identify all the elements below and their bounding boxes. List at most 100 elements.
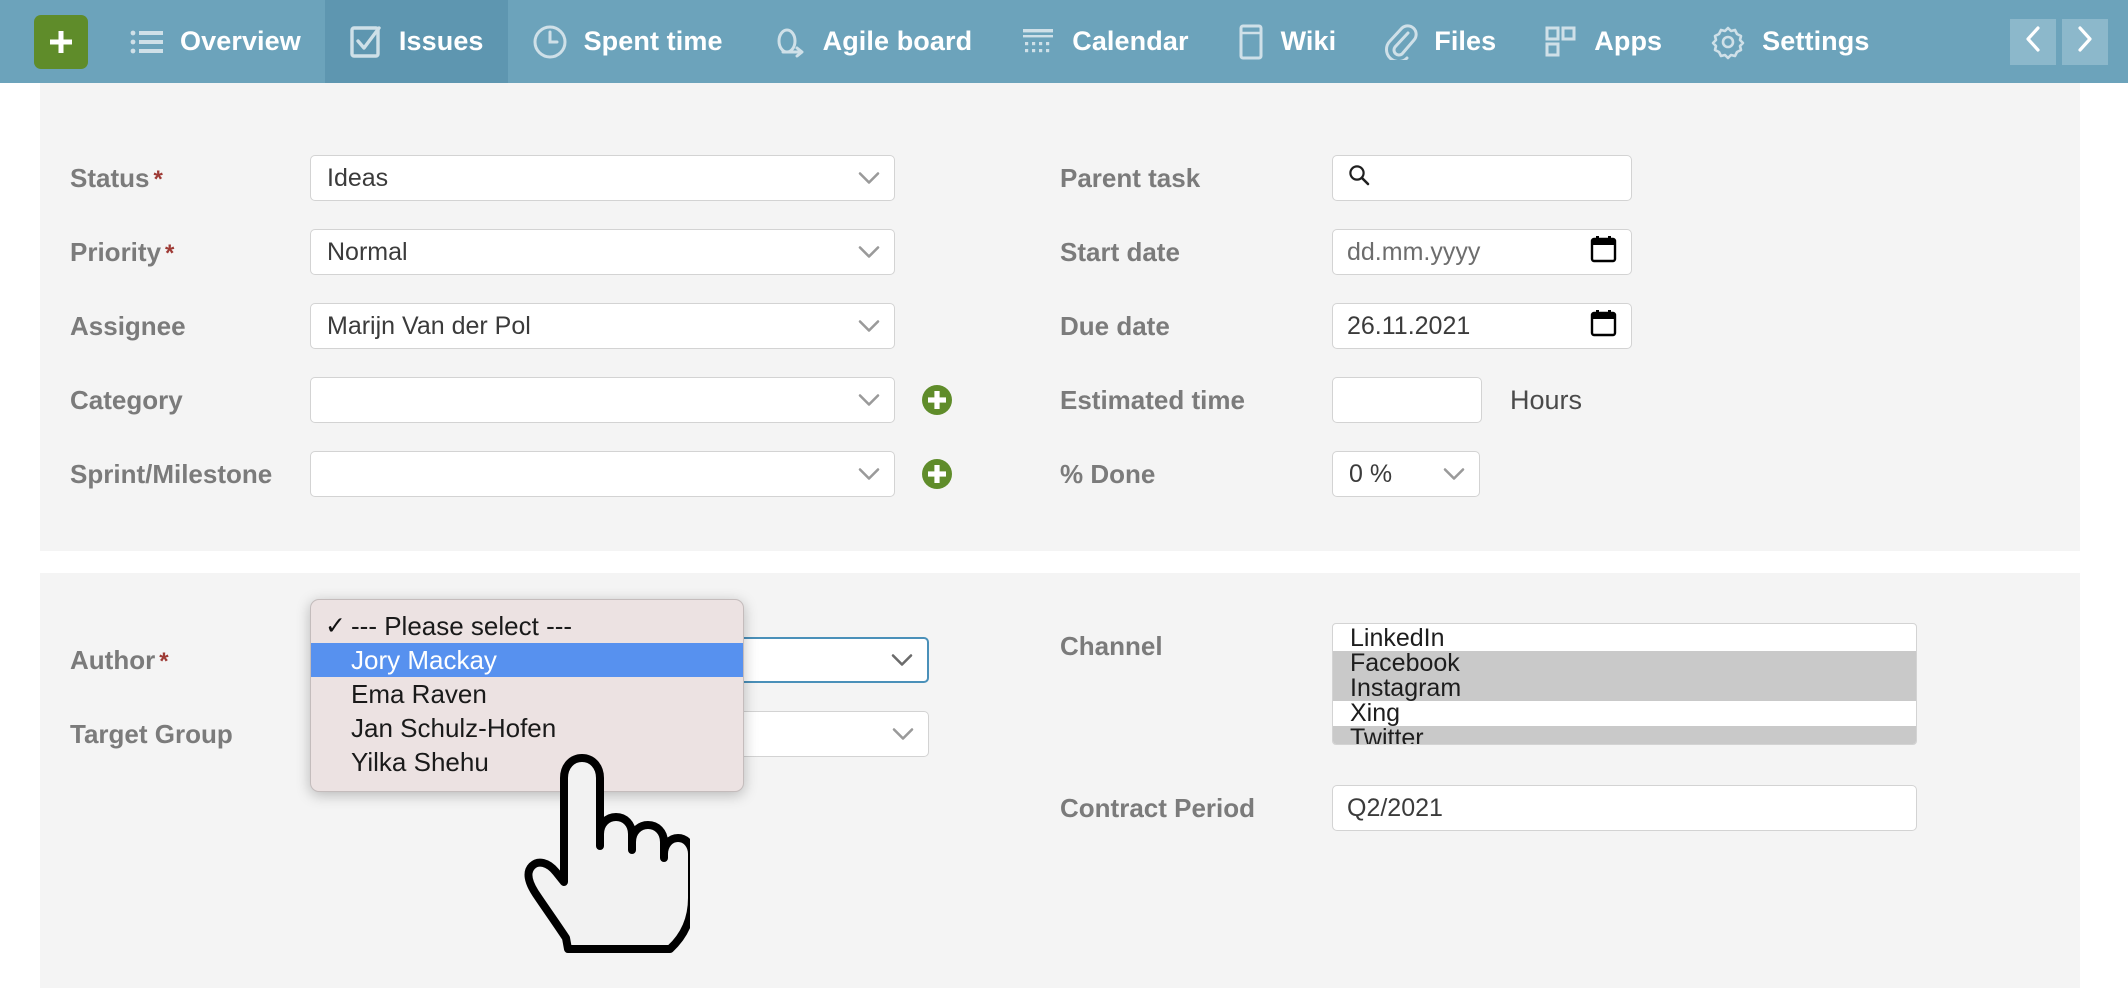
channel-multiselect[interactable]: LinkedIn Facebook Instagram Xing Twitter [1332,623,1917,745]
label-assignee: Assignee [70,310,186,341]
nav-item-agile-board[interactable]: Agile board [747,0,997,83]
section2-right-column: Channel LinkedIn Facebook Instagram Xing… [1060,623,2080,845]
priority-value: Normal [327,237,408,266]
paperclip-icon [1384,23,1418,60]
label-estimated-time: Estimated time [1060,384,1245,415]
field-row-channel: Channel LinkedIn Facebook Instagram Xing… [1060,623,2080,771]
nav-label-files: Files [1434,26,1497,56]
channel-option-instagram[interactable]: Instagram [1333,676,1916,701]
add-category-button[interactable] [921,384,953,416]
priority-select[interactable]: Normal [310,229,895,275]
issue-form-page: Status * Ideas Priority * Normal Assigne… [0,83,2128,988]
label-start-date: Start date [1060,236,1180,267]
nav-label-spent-time: Spent time [583,26,723,56]
label-priority: Priority * [70,236,175,267]
gear-icon [1710,24,1746,60]
label-author: Author * [70,644,169,675]
add-sprint-milestone-button[interactable] [921,458,953,490]
apps-grid-icon [1544,25,1578,59]
channel-option-linkedin[interactable]: LinkedIn [1333,626,1916,651]
nav-label-wiki: Wiki [1280,26,1337,56]
top-navigation-bar: Overview Issues Spent time Agile board C… [0,0,2128,83]
label-percent-done: % Done [1060,458,1156,489]
chevron-down-icon [858,238,880,267]
required-marker: * [165,239,175,267]
dropdown-option-label: --- Please select --- [351,610,573,641]
field-row-sprint-milestone: Sprint/Milestone [70,437,1060,511]
calendar-icon[interactable] [1590,235,1617,270]
chevron-down-icon [891,646,913,675]
label-target-group: Target Group [70,718,233,749]
dropdown-option-ema-raven[interactable]: Ema Raven [311,677,743,711]
plus-icon [46,27,76,57]
start-date-input[interactable]: dd.mm.yyyy [1332,229,1632,275]
nav-item-wiki[interactable]: Wiki [1213,0,1361,83]
nav-label-settings: Settings [1762,26,1870,56]
field-row-category: Category [70,363,1060,437]
list-icon [130,27,164,57]
channel-option-xing[interactable]: Xing [1333,701,1916,726]
dropdown-option-label: Yilka Shehu [351,746,489,777]
status-value: Ideas [327,163,389,192]
due-date-input[interactable]: 26.11.2021 [1332,303,1632,349]
nav-pagination-arrows [2010,0,2128,83]
contract-period-input[interactable]: Q2/2021 [1332,785,1917,831]
chevron-down-icon [858,312,880,341]
estimated-time-input[interactable] [1332,377,1482,423]
nav-item-apps[interactable]: Apps [1520,0,1686,83]
nav-item-settings[interactable]: Settings [1686,0,1893,83]
parent-task-search-input[interactable] [1332,155,1632,201]
chevron-down-icon [892,720,914,749]
calendar-icon[interactable] [1590,309,1617,344]
nav-item-issues[interactable]: Issues [324,0,508,83]
dropdown-option-label: Ema Raven [351,678,487,709]
author-dropdown-popup[interactable]: ✓ --- Please select --- Jory Mackay Ema … [310,599,744,792]
form-section-custom: Author * Target Group ✓ --- Please selec… [40,573,2080,988]
agile-refresh-icon [771,24,807,60]
channel-option-facebook[interactable]: Facebook [1333,651,1916,676]
assignee-value: Marijn Van der Pol [327,311,531,340]
category-select[interactable] [310,377,895,423]
hours-unit-label: Hours [1510,384,1583,415]
channel-option-twitter[interactable]: Twitter [1333,726,1916,744]
nav-label-calendar: Calendar [1072,26,1189,56]
nav-prev-button[interactable] [2010,18,2056,65]
dropdown-option-jory-mackay[interactable]: Jory Mackay [311,643,743,677]
section1-right-column: Parent task Start date dd.mm.yyyy Due da… [1060,141,2080,511]
field-row-due-date: Due date 26.11.2021 [1060,289,2080,363]
nav-label-overview: Overview [180,26,301,56]
nav-label-agile-board: Agile board [822,26,973,56]
due-date-value: 26.11.2021 [1347,311,1471,340]
dropdown-option-jan-schulz-hofen[interactable]: Jan Schulz-Hofen [311,711,743,745]
section2-columns: Author * Target Group ✓ --- Please selec… [40,599,2080,953]
label-category: Category [70,384,183,415]
label-sprint-milestone: Sprint/Milestone [70,458,273,489]
nav-next-button[interactable] [2062,18,2108,65]
dropdown-option-label: Jory Mackay [351,644,497,675]
assignee-select[interactable]: Marijn Van der Pol [310,303,895,349]
label-channel: Channel [1060,631,1163,661]
field-row-priority: Priority * Normal [70,215,1060,289]
label-status: Status * [70,162,163,193]
field-row-status: Status * Ideas [70,141,1060,215]
chevron-down-icon [858,386,880,415]
section2-left-column: Author * Target Group ✓ --- Please selec… [40,599,1060,953]
field-row-percent-done: % Done 0 % [1060,437,2080,511]
start-date-value: dd.mm.yyyy [1347,237,1481,266]
percent-done-select[interactable]: 0 % [1332,451,1480,497]
add-new-button[interactable] [34,14,88,69]
search-icon [1347,163,1371,194]
chevron-right-icon [2074,24,2096,59]
required-marker: * [159,647,169,675]
field-row-contract-period: Contract Period Q2/2021 [1060,771,2080,845]
field-row-assignee: Assignee Marijn Van der Pol [70,289,1060,363]
dropdown-option-yilka-shehu[interactable]: Yilka Shehu [311,745,743,779]
nav-item-spent-time[interactable]: Spent time [508,0,747,83]
status-select[interactable]: Ideas [310,155,895,201]
sprint-milestone-select[interactable] [310,451,895,497]
nav-item-calendar[interactable]: Calendar [996,0,1212,83]
dropdown-option-please-select[interactable]: ✓ --- Please select --- [311,609,743,643]
section-divider [0,551,2128,573]
nav-item-overview[interactable]: Overview [106,0,325,83]
nav-item-files[interactable]: Files [1360,0,1520,83]
